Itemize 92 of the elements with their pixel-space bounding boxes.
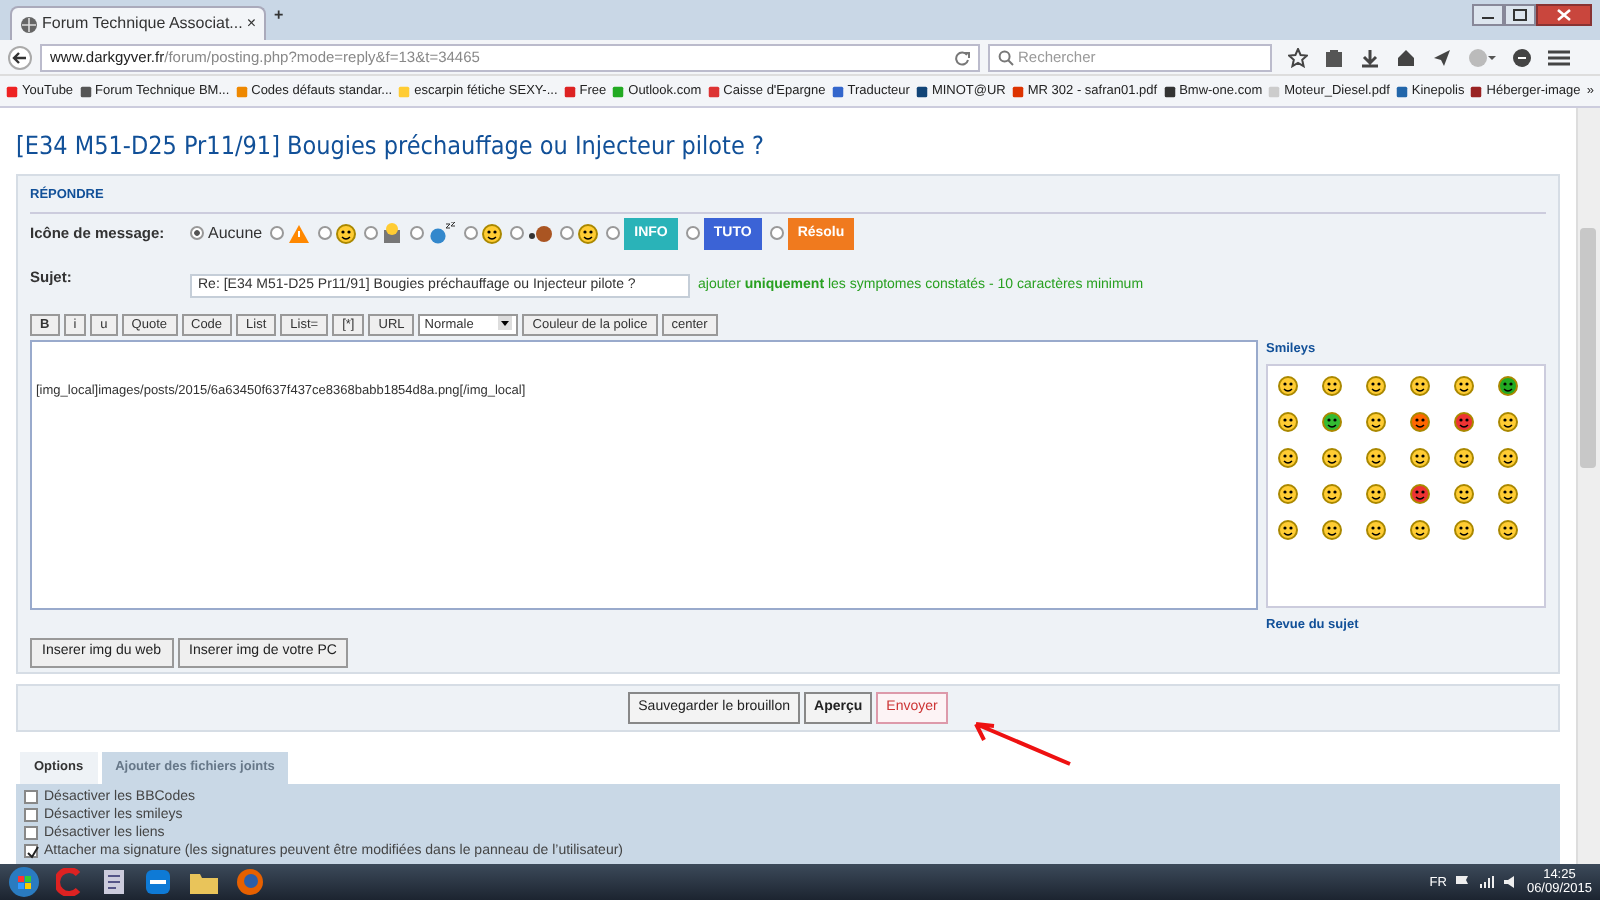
smiley-icon[interactable] (1276, 445, 1300, 470)
radio-button[interactable] (410, 226, 425, 241)
bookmark-icon (398, 85, 411, 97)
radio-button[interactable] (190, 226, 204, 241)
smiley-icon[interactable] (1496, 373, 1520, 398)
smiley-icon[interactable] (1452, 445, 1476, 470)
checkbox[interactable] (24, 789, 38, 804)
radio-button[interactable] (318, 226, 333, 241)
scrollbar-thumb[interactable] (1578, 228, 1598, 468)
ball-icon (528, 223, 553, 244)
smiley-icon[interactable] (1364, 481, 1388, 506)
close-icon[interactable] (1536, 4, 1592, 26)
radio-button[interactable] (606, 226, 621, 241)
flag-icon[interactable] (1454, 874, 1471, 890)
new-tab-button[interactable]: + (274, 4, 284, 28)
smiley-icon[interactable] (1496, 409, 1520, 434)
speaker-icon[interactable] (1502, 874, 1519, 890)
home-icon[interactable] (1396, 47, 1416, 67)
network-icon[interactable] (1478, 874, 1495, 890)
radio-button[interactable] (464, 226, 479, 241)
smiley-icon[interactable] (1452, 373, 1476, 398)
bookmark-icon (563, 85, 576, 97)
smiley-icon[interactable] (1276, 517, 1300, 542)
maximize-icon[interactable] (1504, 4, 1536, 26)
menu-icon[interactable] (1548, 47, 1570, 67)
back-arrow-icon[interactable] (8, 45, 32, 69)
tab-title: Forum Technique Associat... (42, 12, 243, 36)
box-smiley-icon (382, 222, 403, 245)
bookmark-icon (1011, 85, 1024, 97)
smiley-icon (336, 223, 357, 244)
minimize-icon[interactable] (1472, 4, 1504, 26)
checkbox[interactable] (24, 825, 38, 840)
bookmark-icon (1163, 85, 1176, 97)
folder-icon[interactable] (188, 868, 220, 896)
smiley-icon[interactable] (1408, 445, 1432, 470)
smiley-icon[interactable] (1364, 373, 1388, 398)
smiley-icon[interactable] (1452, 409, 1476, 434)
sleeping-smiley-icon (428, 222, 457, 245)
browser-tab[interactable]: Forum Technique Associat... × (10, 6, 267, 40)
bookmark-icon (831, 85, 844, 97)
smiley-icon[interactable] (1496, 445, 1520, 470)
page-title: [E34 M51-D25 Pr11/91] Bougies préchauffage ou Injecteur pilote ? (16, 128, 766, 164)
smiley-icon[interactable] (1452, 517, 1476, 542)
smiley-icon[interactable] (1408, 409, 1432, 434)
smiley-icon[interactable] (1276, 373, 1300, 398)
radio-button[interactable] (364, 226, 379, 241)
smiley-icon[interactable] (1408, 517, 1432, 542)
document-icon[interactable] (100, 868, 128, 896)
smiley-icon[interactable] (1320, 409, 1344, 434)
smiley-icon (578, 223, 599, 244)
bookmark-icon (1268, 85, 1281, 97)
bookmark-icon (915, 85, 928, 97)
close-tab-button[interactable]: × (246, 12, 257, 36)
smiley-icon[interactable] (1408, 481, 1432, 506)
download-icon[interactable] (1360, 47, 1380, 67)
smiley-icon[interactable] (1320, 373, 1344, 398)
paper-plane-icon[interactable] (1432, 47, 1452, 67)
reload-icon[interactable] (954, 49, 970, 65)
smiley-icon[interactable] (1364, 517, 1388, 542)
smiley-icon[interactable] (1276, 409, 1300, 434)
bookmark-icon (1470, 85, 1483, 97)
smiley-icon[interactable] (1320, 481, 1344, 506)
smiley-icon[interactable] (1364, 409, 1388, 434)
clipboard-icon[interactable] (1324, 47, 1344, 67)
warning-icon (288, 223, 311, 244)
bookmark-icon (1395, 85, 1408, 97)
smiley-icon[interactable] (1364, 445, 1388, 470)
smiley-icon[interactable] (1276, 481, 1300, 506)
smiley-icon[interactable] (1320, 445, 1344, 470)
star-icon[interactable] (1288, 47, 1308, 67)
bookmark-icon (707, 85, 720, 97)
bookmark-icon (235, 85, 248, 97)
radio-button[interactable] (560, 226, 575, 241)
smiley-icon[interactable] (1408, 373, 1432, 398)
search-icon (998, 49, 1014, 65)
bookmark-icon (612, 85, 625, 97)
bookmark-icon (6, 85, 18, 97)
smiley-icon[interactable] (1452, 481, 1476, 506)
smiley-icon[interactable] (1496, 481, 1520, 506)
smiley-icon[interactable] (1496, 517, 1520, 542)
dropdown-arrow-icon (498, 316, 513, 330)
checkbox[interactable] (24, 843, 38, 858)
start-button-icon[interactable] (8, 866, 40, 898)
radio-label: Aucune (208, 221, 263, 246)
radio-button[interactable] (270, 226, 285, 241)
smiley-icon (482, 223, 503, 244)
radio-button[interactable] (685, 226, 700, 241)
smiley-icon[interactable] (1320, 517, 1344, 542)
radio-button[interactable] (510, 226, 525, 241)
checkbox[interactable] (24, 807, 38, 822)
radio-button[interactable] (769, 226, 784, 241)
bookmark-icon (79, 85, 92, 97)
